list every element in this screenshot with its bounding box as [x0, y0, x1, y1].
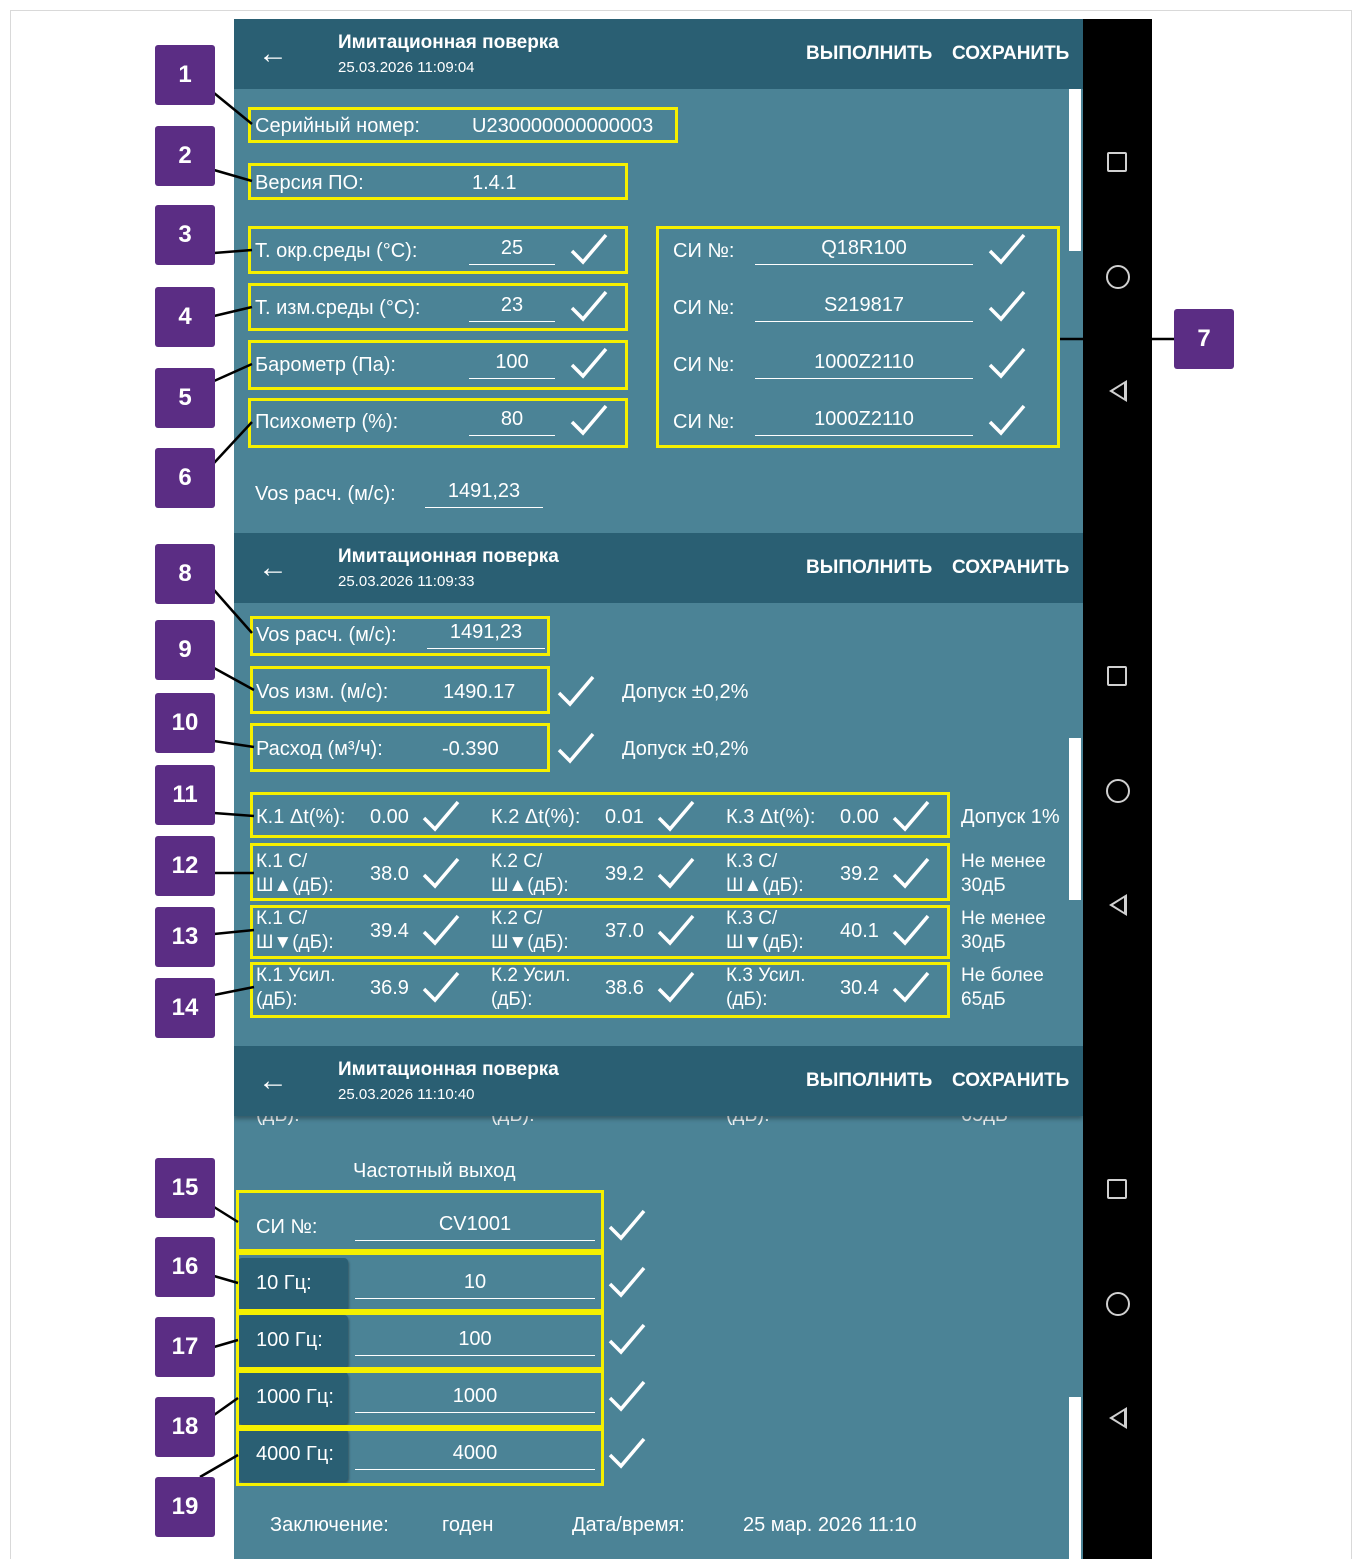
- callout-badge: 7: [1174, 309, 1234, 369]
- callout-badge: 2: [155, 126, 215, 186]
- callout-badge: 12: [155, 836, 215, 896]
- callout-badge: 13: [155, 907, 215, 967]
- callout-badge: 15: [155, 1158, 215, 1218]
- callout-badge: 5: [155, 368, 215, 428]
- callout-badge: 16: [155, 1237, 215, 1297]
- callout-badge: 8: [155, 544, 215, 604]
- callout-badge: 3: [155, 205, 215, 265]
- callout-badge: 19: [155, 1477, 215, 1537]
- callout-badge: 14: [155, 978, 215, 1038]
- callout-badge: 4: [155, 287, 215, 347]
- callout-badge: 18: [155, 1397, 215, 1457]
- callout-badge: 11: [155, 765, 215, 825]
- callout-badge: 6: [155, 448, 215, 508]
- callout-badge: 1: [155, 45, 215, 105]
- callout-badge: 9: [155, 620, 215, 680]
- callout-badge: 17: [155, 1317, 215, 1377]
- callout-badge: 10: [155, 693, 215, 753]
